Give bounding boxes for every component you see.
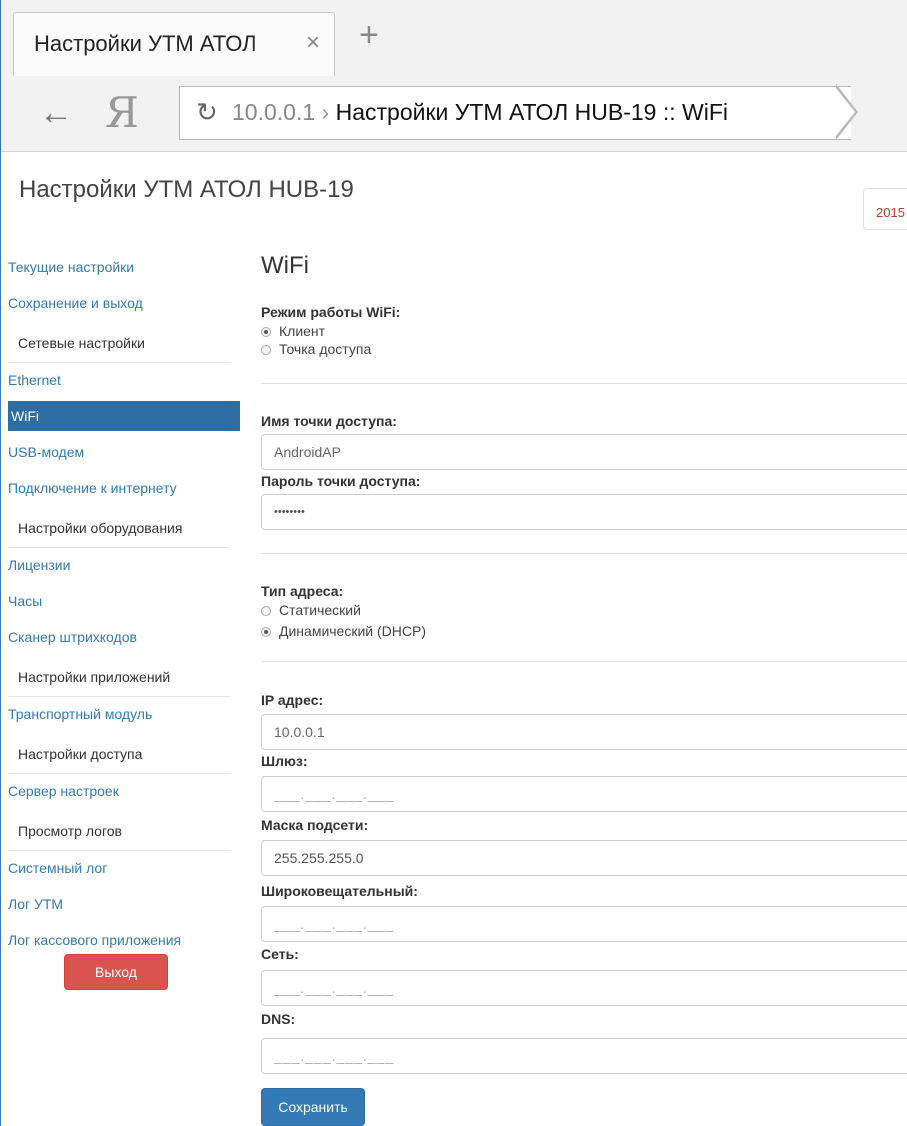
radio-mode-client-label: Клиент [279, 323, 326, 339]
radio-unchecked-icon[interactable] [261, 606, 271, 616]
radio-mode-client[interactable]: Клиент [261, 322, 325, 340]
url-text: 10.0.0.1 › Настройки УТМ АТОЛ HUB-19 :: … [232, 99, 842, 126]
sidebar-header-network: Сетевые настройки [8, 324, 230, 363]
radio-mode-ap-label: Точка доступа [279, 341, 372, 357]
address-bar-arrow-fill [835, 87, 855, 137]
tab-title-fade [250, 23, 290, 63]
radio-dhcp[interactable]: Динамический (DHCP) [261, 622, 426, 640]
new-tab-icon[interactable]: + [359, 18, 379, 52]
sidebar-item-ethernet[interactable]: Ethernet [8, 365, 240, 401]
url-separator: › [315, 99, 336, 125]
year-text: 2015 [876, 205, 905, 220]
sidebar-header-logs: Просмотр логов [8, 812, 230, 851]
dns-label: DNS: [261, 1011, 296, 1027]
yandex-logo-icon[interactable]: Я [105, 88, 139, 137]
save-button[interactable]: Сохранить [261, 1088, 365, 1126]
brand-title[interactable]: Настройки УТМ АТОЛ HUB-19 [19, 176, 354, 204]
sidebar-item-system-log[interactable]: Системный лог [8, 853, 240, 889]
dns-placeholder: ___.___.___.___ [274, 1048, 395, 1064]
sidebar-item-transport-module[interactable]: Транспортный модуль [8, 699, 240, 735]
tab-strip: Настройки УТМ АТОЛ × + [1, 0, 907, 80]
sidebar-item-settings-server[interactable]: Сервер настроек [8, 776, 240, 812]
sidebar-item-clock[interactable]: Часы [8, 586, 240, 622]
address-bar[interactable]: ↻ 10.0.0.1 › Настройки УТМ АТОЛ HUB-19 :… [179, 86, 851, 140]
ssid-label: Имя точки доступа: [261, 413, 397, 429]
radio-checked-icon[interactable] [261, 627, 271, 637]
browser-chrome: Настройки УТМ АТОЛ × + ← Я ↻ 10.0.0.1 › … [0, 0, 907, 152]
mask-field[interactable]: 255.255.255.0 [261, 840, 907, 876]
mask-label: Маска подсети: [261, 817, 369, 833]
sidebar-item-usb-modem[interactable]: USB-модем [8, 437, 240, 473]
radio-checked-icon[interactable] [261, 327, 271, 337]
sidebar-item-utm-log[interactable]: Лог УТМ [8, 889, 240, 925]
broadcast-placeholder: ___.___.___.___ [274, 916, 395, 932]
radio-dhcp-label: Динамический (DHCP) [279, 623, 426, 639]
sidebar-item-internet[interactable]: Подключение к интернету [8, 473, 240, 509]
back-arrow-icon[interactable]: ← [39, 94, 73, 133]
close-tab-icon[interactable]: × [306, 29, 320, 57]
url-page-title: Настройки УТМ АТОЛ HUB-19 :: WiFi [335, 99, 728, 125]
divider [261, 553, 907, 554]
sidebar-header-access: Настройки доступа [8, 735, 230, 774]
password-label: Пароль точки доступа: [261, 473, 421, 489]
broadcast-label: Широковещательный: [261, 883, 418, 899]
network-field[interactable]: ___.___.___.___ [261, 970, 907, 1006]
radio-mode-ap[interactable]: Точка доступа [261, 340, 371, 358]
sidebar-item-current-settings[interactable]: Текущие настройки [8, 252, 240, 288]
sidebar-item-licenses[interactable]: Лицензии [8, 550, 240, 586]
logout-button[interactable]: Выход [64, 954, 168, 990]
gateway-placeholder: ___.___.___.___ [274, 786, 395, 802]
radio-static[interactable]: Статический [261, 601, 361, 619]
divider [261, 383, 907, 384]
ip-label: IP адрес: [261, 692, 324, 708]
reload-icon[interactable]: ↻ [196, 97, 218, 128]
radio-unchecked-icon[interactable] [261, 345, 271, 355]
sidebar-item-wifi[interactable]: WiFi [8, 401, 240, 431]
page: Настройки УТМ АТОЛ HUB-19 2015 Текущие н… [0, 152, 907, 1126]
sidebar-header-apps: Настройки приложений [8, 658, 230, 697]
sidebar-item-barcode-scanner[interactable]: Сканер штрихкодов [8, 622, 240, 658]
network-label: Сеть: [261, 946, 299, 962]
dns-field[interactable]: ___.___.___.___ [261, 1038, 907, 1074]
page-title: WiFi [261, 252, 309, 279]
address-type-label: Тип адреса: [261, 583, 344, 599]
gateway-field[interactable]: ___.___.___.___ [261, 776, 907, 812]
radio-static-label: Статический [279, 602, 361, 618]
tab-title: Настройки УТМ АТОЛ [34, 31, 257, 56]
sidebar-header-hardware: Настройки оборудования [8, 509, 230, 548]
password-field[interactable]: •••••••• [261, 494, 907, 530]
ssid-field[interactable]: AndroidAP [261, 434, 907, 470]
gateway-label: Шлюз: [261, 753, 308, 769]
wifi-mode-label: Режим работы WiFi: [261, 304, 401, 320]
year-badge: 2015 [863, 188, 907, 230]
sidebar: Текущие настройки Сохранение и выход Сет… [8, 252, 240, 990]
url-host: 10.0.0.1 [232, 99, 316, 125]
browser-tab[interactable]: Настройки УТМ АТОЛ × [13, 12, 335, 76]
divider [261, 661, 907, 662]
sidebar-item-save-exit[interactable]: Сохранение и выход [8, 288, 240, 324]
network-placeholder: ___.___.___.___ [274, 980, 395, 996]
ip-field[interactable]: 10.0.0.1 [261, 714, 907, 750]
browser-toolbar: ← Я ↻ 10.0.0.1 › Настройки УТМ АТОЛ HUB-… [1, 80, 907, 152]
broadcast-field[interactable]: ___.___.___.___ [261, 906, 907, 942]
